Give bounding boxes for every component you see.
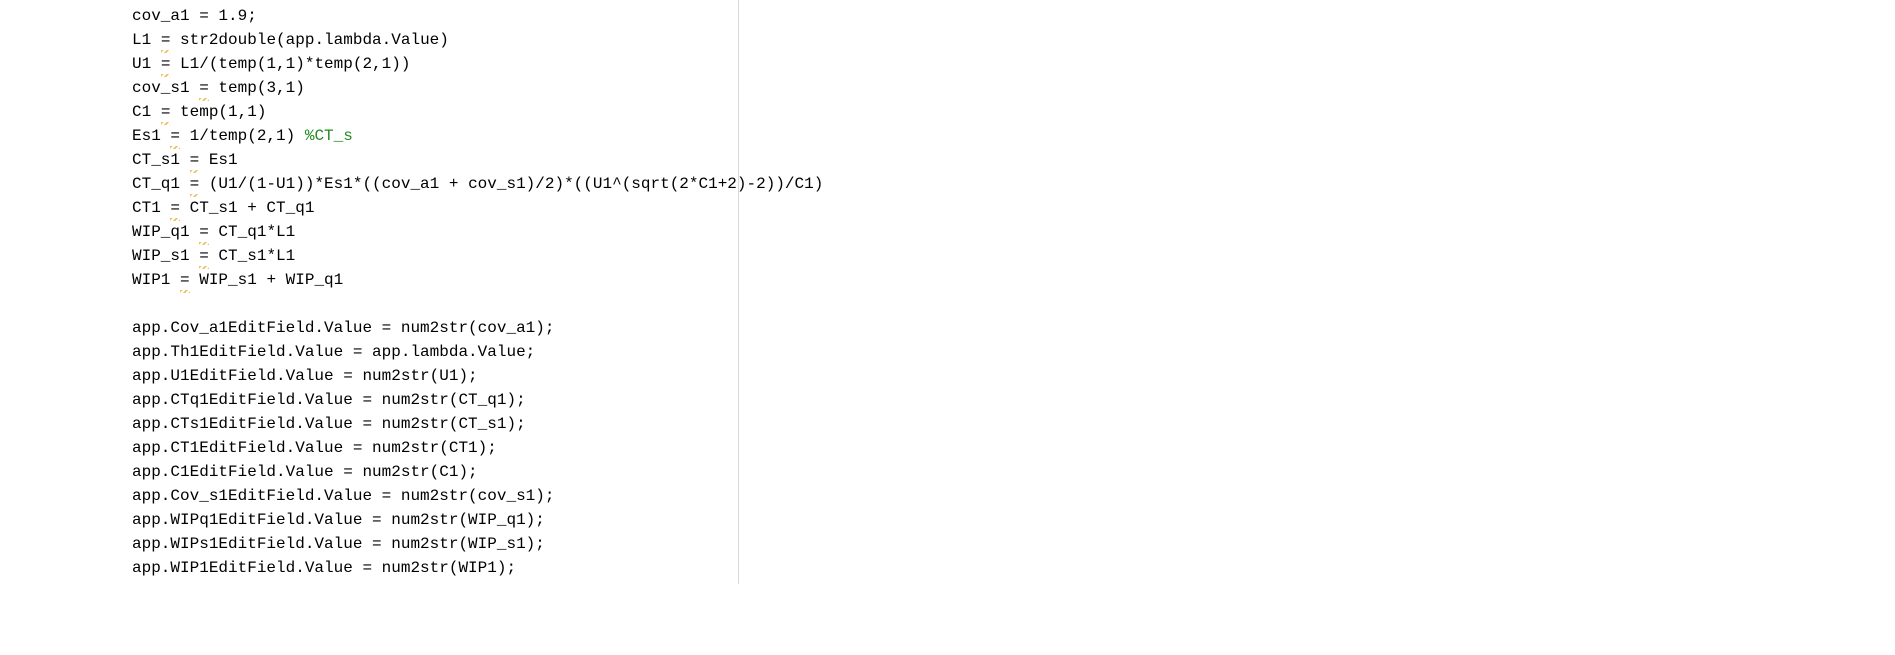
code-line[interactable]: WIP_s1 = CT_s1*L1: [132, 244, 1895, 268]
code-line[interactable]: CT1 = CT_s1 + CT_q1: [132, 196, 1895, 220]
code-text: Es1: [199, 151, 237, 169]
lint-warning-equals: =: [190, 172, 200, 196]
lint-warning-equals: =: [180, 268, 190, 292]
code-text: app.U1EditField.Value = num2str(U1);: [132, 367, 478, 385]
code-text: app.Th1EditField.Value = app.lambda.Valu…: [132, 343, 535, 361]
lint-warning-equals: =: [161, 100, 171, 124]
lint-warning-equals: =: [199, 220, 209, 244]
code-text: L1/(temp(1,1)*temp(2,1)): [170, 55, 410, 73]
code-text: temp(1,1): [170, 103, 266, 121]
code-line[interactable]: app.U1EditField.Value = num2str(U1);: [132, 364, 1895, 388]
code-comment: %CT_s: [305, 127, 353, 145]
lint-warning-equals: =: [170, 124, 180, 148]
code-text: U1: [132, 55, 161, 73]
code-text: app.CT1EditField.Value = num2str(CT1);: [132, 439, 497, 457]
code-text: cov_a1 = 1.9;: [132, 7, 257, 25]
code-text: CT_q1*L1: [209, 223, 295, 241]
code-text: cov_s1: [132, 79, 199, 97]
code-line[interactable]: app.WIP1EditField.Value = num2str(WIP1);: [132, 556, 1895, 580]
code-line[interactable]: app.CTs1EditField.Value = num2str(CT_s1)…: [132, 412, 1895, 436]
code-line[interactable]: app.C1EditField.Value = num2str(C1);: [132, 460, 1895, 484]
code-text: app.Cov_s1EditField.Value = num2str(cov_…: [132, 487, 554, 505]
lint-warning-equals: =: [199, 76, 209, 100]
lint-warning-equals: =: [190, 148, 200, 172]
code-text: WIP_q1: [132, 223, 199, 241]
code-text: CT_s1 + CT_q1: [180, 199, 314, 217]
code-line[interactable]: cov_a1 = 1.9;: [132, 4, 1895, 28]
code-text: app.WIP1EditField.Value = num2str(WIP1);: [132, 559, 516, 577]
code-text: CT_s1: [132, 151, 190, 169]
lint-warning-equals: =: [170, 196, 180, 220]
code-line[interactable]: app.WIPs1EditField.Value = num2str(WIP_s…: [132, 532, 1895, 556]
code-text: C1: [132, 103, 161, 121]
code-text: (U1/(1-U1))*Es1*((cov_a1 + cov_s1)/2)*((…: [199, 175, 823, 193]
code-text: CT_q1: [132, 175, 190, 193]
code-text: app.CTq1EditField.Value = num2str(CT_q1)…: [132, 391, 526, 409]
code-line[interactable]: WIP1 = WIP_s1 + WIP_q1: [132, 268, 1895, 292]
code-text: 1/temp(2,1): [180, 127, 305, 145]
code-line[interactable]: WIP_q1 = CT_q1*L1: [132, 220, 1895, 244]
lint-warning-equals: =: [199, 244, 209, 268]
code-text: app.WIPq1EditField.Value = num2str(WIP_q…: [132, 511, 545, 529]
code-line[interactable]: CT_s1 = Es1: [132, 148, 1895, 172]
code-text: L1: [132, 31, 161, 49]
code-line[interactable]: U1 = L1/(temp(1,1)*temp(2,1)): [132, 52, 1895, 76]
code-line[interactable]: app.Th1EditField.Value = app.lambda.Valu…: [132, 340, 1895, 364]
code-line[interactable]: app.Cov_a1EditField.Value = num2str(cov_…: [132, 316, 1895, 340]
code-line[interactable]: CT_q1 = (U1/(1-U1))*Es1*((cov_a1 + cov_s…: [132, 172, 1895, 196]
code-text: WIP_s1 + WIP_q1: [190, 271, 344, 289]
code-text: WIP1: [132, 271, 180, 289]
code-editor[interactable]: cov_a1 = 1.9; L1 = str2double(app.lambda.…: [0, 0, 1895, 584]
code-line[interactable]: app.WIPq1EditField.Value = num2str(WIP_q…: [132, 508, 1895, 532]
code-text: app.WIPs1EditField.Value = num2str(WIP_s…: [132, 535, 545, 553]
code-text: str2double(app.lambda.Value): [170, 31, 448, 49]
code-line[interactable]: [132, 292, 1895, 316]
code-text: temp(3,1): [209, 79, 305, 97]
code-line[interactable]: C1 = temp(1,1): [132, 100, 1895, 124]
code-text: Es1: [132, 127, 170, 145]
code-line[interactable]: L1 = str2double(app.lambda.Value): [132, 28, 1895, 52]
column-ruler: [738, 0, 739, 584]
code-line[interactable]: app.CTq1EditField.Value = num2str(CT_q1)…: [132, 388, 1895, 412]
code-text: app.C1EditField.Value = num2str(C1);: [132, 463, 478, 481]
code-line[interactable]: app.CT1EditField.Value = num2str(CT1);: [132, 436, 1895, 460]
code-line[interactable]: app.Cov_s1EditField.Value = num2str(cov_…: [132, 484, 1895, 508]
code-text: app.Cov_a1EditField.Value = num2str(cov_…: [132, 319, 554, 337]
code-line[interactable]: cov_s1 = temp(3,1): [132, 76, 1895, 100]
code-text: CT1: [132, 199, 170, 217]
code-text: CT_s1*L1: [209, 247, 295, 265]
lint-warning-equals: =: [161, 52, 171, 76]
code-text: app.CTs1EditField.Value = num2str(CT_s1)…: [132, 415, 526, 433]
code-line[interactable]: Es1 = 1/temp(2,1) %CT_s: [132, 124, 1895, 148]
code-text: WIP_s1: [132, 247, 199, 265]
lint-warning-equals: =: [161, 28, 171, 52]
